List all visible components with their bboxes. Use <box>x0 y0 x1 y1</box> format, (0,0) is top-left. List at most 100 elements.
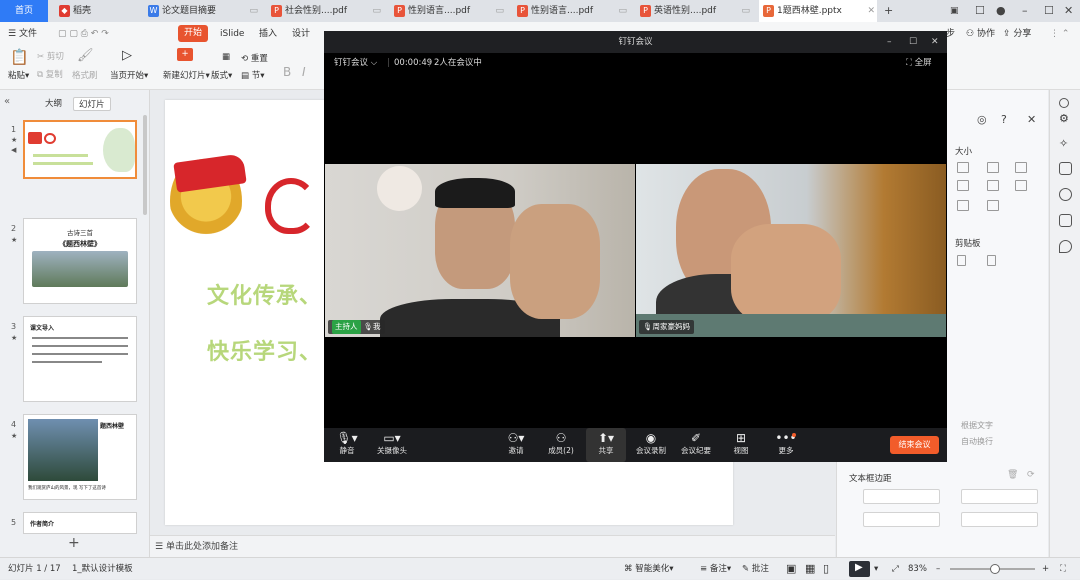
tab-close-icon[interactable]: ▭ <box>249 0 258 22</box>
new-slide-button[interactable]: 新建幻灯片▾ <box>163 69 210 81</box>
menu-insert[interactable]: 插入 <box>259 26 277 42</box>
minimize-icon[interactable]: – <box>1022 0 1028 22</box>
size-option-icon[interactable] <box>1015 162 1027 173</box>
margin-bottom-field[interactable] <box>961 512 1038 527</box>
notes-button[interactable]: ≡ 备注▾ <box>700 558 731 580</box>
size-option-icon[interactable] <box>987 180 999 191</box>
size-option-icon[interactable] <box>957 200 969 211</box>
target-icon[interactable]: ◎ <box>977 113 987 126</box>
notes-area[interactable]: ☰ 单击此处添加备注 <box>150 535 835 557</box>
end-meeting-button[interactable]: 结束会议 <box>890 436 939 454</box>
video-tile-host[interactable]: 主持人 🎙我 <box>325 164 635 337</box>
menu-step[interactable]: 步 <box>946 26 955 42</box>
menu-collab[interactable]: ⚇ 协作 <box>966 26 995 42</box>
size-option-icon[interactable] <box>957 180 969 191</box>
close-window-icon[interactable]: ✕ <box>1064 0 1073 22</box>
wardrobe-icon[interactable]: ☐ <box>975 0 985 22</box>
tab-pdf-4[interactable]: P 英语性别....pdf ▭ <box>636 0 756 22</box>
tab-slides[interactable]: 幻灯片 <box>73 97 111 111</box>
slideshow-menu-icon[interactable]: ▾ <box>874 558 878 580</box>
margin-right-field[interactable] <box>961 489 1038 504</box>
camera-off-button[interactable]: ▭▾ 关摄像头 <box>372 428 412 462</box>
members-button[interactable]: ⚇ 成员(2) <box>541 428 581 462</box>
collapse-panel-icon[interactable]: « <box>4 96 10 107</box>
comments-button[interactable]: ✎ 批注 <box>742 558 769 580</box>
tab-close-icon[interactable]: ▭ <box>495 0 504 22</box>
maximize-icon[interactable]: ☐ <box>909 31 917 53</box>
meeting-app-dropdown[interactable]: 钉钉会议 ⌵ <box>334 53 377 73</box>
panel-scrollbar[interactable] <box>143 115 147 215</box>
mute-button[interactable]: 🎙▾ 静音 <box>327 428 367 462</box>
layout-button[interactable]: 版式▾ <box>211 69 232 81</box>
slideshow-button[interactable]: ▶ <box>849 561 870 577</box>
window-icon[interactable] <box>1059 162 1072 175</box>
tab-outline[interactable]: 大纲 <box>40 97 67 111</box>
menu-share[interactable]: ⇪ 分享 <box>1003 26 1031 42</box>
clipboard-copy-icon[interactable] <box>957 255 966 266</box>
tab-close-icon[interactable]: ▭ <box>372 0 381 22</box>
maximize-icon[interactable]: ☐ <box>1044 0 1054 22</box>
fullscreen-button[interactable]: ⛶ 全屏 <box>906 53 932 73</box>
tab-close-icon[interactable]: ✕ <box>867 0 875 22</box>
share-screen-button[interactable]: ⬆▾ 共享 <box>586 428 626 462</box>
reset-icon[interactable]: ⟳ <box>1027 470 1035 480</box>
more-menu-icon[interactable]: ⋮ ⌃ <box>1050 26 1069 42</box>
margin-left-field[interactable] <box>863 489 940 504</box>
invite-button[interactable]: ⚇▾ 邀请 <box>496 428 536 462</box>
sliders-icon[interactable]: ⚙ <box>1059 112 1072 125</box>
minutes-button[interactable]: ✐ 会议纪要 <box>676 428 716 462</box>
normal-view-icon[interactable]: ▣ <box>786 558 796 580</box>
smart-beautify-button[interactable]: ⌘ 智能美化▾ <box>624 558 674 580</box>
menu-start[interactable]: 开始 <box>178 25 208 42</box>
format-painter-button[interactable]: 格式刷 <box>72 69 98 81</box>
minimize-icon[interactable]: – <box>887 31 892 53</box>
cut-button[interactable]: ✂ 剪切 <box>37 50 64 62</box>
size-option-icon[interactable] <box>957 162 969 173</box>
sorter-view-icon[interactable]: ▦ <box>805 558 815 580</box>
paste-button[interactable]: 粘贴▾ <box>8 69 29 81</box>
collapse-icon[interactable] <box>1059 98 1069 108</box>
close-icon[interactable]: ✕ <box>931 31 939 53</box>
tab-home[interactable]: 首页 <box>0 0 48 22</box>
new-tab-icon[interactable]: + <box>884 0 893 22</box>
location-icon[interactable] <box>1059 240 1072 253</box>
slide-thumbnail-4[interactable]: 题西林壁 我们观赏庐山的风景，现 写下了这首诗 <box>23 414 137 500</box>
fit-icon[interactable]: ⤢ <box>892 558 899 580</box>
layout-icon[interactable]: ▣ <box>950 0 959 22</box>
tab-paper-abstract[interactable]: W 论文题目摘要 ▭ <box>144 0 264 22</box>
tab-close-icon[interactable]: ▭ <box>741 0 750 22</box>
avatar[interactable]: ● <box>996 0 1006 22</box>
zoom-slider-handle[interactable] <box>990 564 1000 574</box>
slide-thumbnail-1[interactable] <box>23 120 137 179</box>
copy-button[interactable]: ⧉ 复制 <box>37 68 63 80</box>
more-button[interactable]: ••• 更多 <box>766 428 806 462</box>
italic-button[interactable]: I <box>302 65 306 79</box>
tab-docer[interactable]: ◆ 稻壳 <box>55 0 140 22</box>
tab-pdf-3[interactable]: P 性别语言....pdf ▭ <box>513 0 633 22</box>
zoom-level[interactable]: 83% <box>908 558 927 580</box>
help-circle-icon[interactable] <box>1059 188 1072 201</box>
menu-file[interactable]: ☰ 文件 <box>8 26 37 42</box>
tab-close-icon[interactable]: ▭ <box>618 0 627 22</box>
reading-view-icon[interactable]: ▯ <box>823 558 829 580</box>
size-option-icon[interactable] <box>1015 180 1027 191</box>
close-pane-icon[interactable]: ✕ <box>1027 113 1036 126</box>
slide-thumbnail-3[interactable]: 课文导入 <box>23 316 137 402</box>
tab-pptx-active[interactable]: P 1题西林壁.pptx ✕ <box>759 0 877 22</box>
play-from-current-button[interactable]: 当页开始▾ <box>110 69 148 81</box>
quick-access-icons[interactable]: ▢ ▢ ⎙ ↶ ↷ <box>58 26 109 42</box>
delete-icon[interactable]: 🗑 <box>1007 470 1018 480</box>
menu-islide[interactable]: iSlide <box>220 26 244 42</box>
help-icon[interactable]: ? <box>1001 113 1007 126</box>
template-name[interactable]: 1_默认设计模板 <box>72 558 133 580</box>
add-slide-icon[interactable]: + <box>68 535 80 551</box>
fit-window-icon[interactable]: ⛶ <box>1060 558 1066 580</box>
size-option-icon[interactable] <box>987 162 999 173</box>
zoom-out-icon[interactable]: – <box>936 558 940 580</box>
margin-top-field[interactable] <box>863 512 940 527</box>
section-button[interactable]: ▤ 节▾ <box>241 69 265 81</box>
pin-icon[interactable]: ✧ <box>1059 137 1072 150</box>
slide-thumbnail-2[interactable]: 古诗三首 《题西林壁》 <box>23 218 137 304</box>
reset-button[interactable]: ⟲ 重置 <box>241 52 268 64</box>
zoom-in-icon[interactable]: + <box>1042 558 1049 580</box>
